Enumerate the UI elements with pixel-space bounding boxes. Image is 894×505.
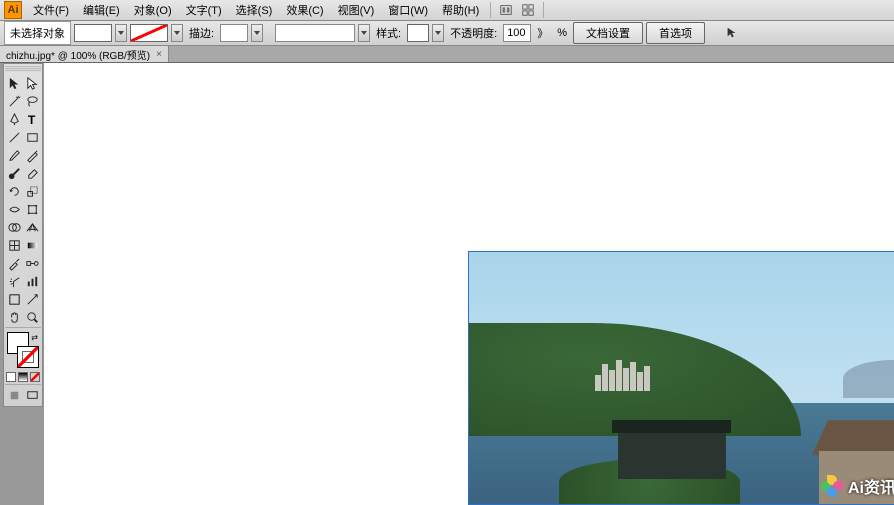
arrange-icon[interactable]: [519, 2, 537, 18]
tools-panel: T: [3, 63, 43, 407]
perspective-grid-tool[interactable]: [23, 218, 41, 236]
pen-tool[interactable]: [5, 110, 23, 128]
fill-swatch[interactable]: [74, 24, 112, 42]
brush-dropdown[interactable]: [358, 24, 370, 42]
menu-effect[interactable]: 效果(C): [279, 0, 330, 20]
separator: [543, 2, 544, 18]
watermark-text: Ai资讯网: [848, 474, 894, 498]
opacity-field[interactable]: [503, 24, 531, 42]
selection-tool[interactable]: [5, 74, 23, 92]
opacity-arrow[interactable]: 》: [534, 25, 551, 41]
opacity-label: 不透明度:: [447, 25, 500, 41]
symbol-sprayer-tool[interactable]: [5, 272, 23, 290]
magic-wand-tool[interactable]: [5, 92, 23, 110]
document-tab-label: chizhu.jpg* @ 100% (RGB/预览): [6, 47, 150, 62]
pencil-tool[interactable]: [23, 146, 41, 164]
document-tab[interactable]: chizhu.jpg* @ 100% (RGB/预览) ×: [0, 46, 169, 62]
flower-icon: [820, 474, 844, 498]
selection-status: 未选择对象: [4, 21, 71, 45]
type-tool[interactable]: T: [23, 110, 41, 128]
cursor-indicator-icon: [723, 25, 741, 41]
eyedropper-tool[interactable]: [5, 254, 23, 272]
screen-mode[interactable]: [23, 386, 41, 404]
line-tool[interactable]: [5, 128, 23, 146]
shape-builder-tool[interactable]: [5, 218, 23, 236]
stroke-weight-dropdown[interactable]: [251, 24, 263, 42]
document-setup-button[interactable]: 文档设置: [573, 22, 643, 44]
stroke-weight-field[interactable]: [220, 24, 248, 42]
menu-object[interactable]: 对象(O): [127, 0, 179, 20]
stroke-label: 描边:: [186, 25, 217, 41]
image-buildings: [595, 353, 753, 391]
panel-grip[interactable]: [5, 66, 41, 72]
gradient-tool[interactable]: [23, 236, 41, 254]
menu-view[interactable]: 视图(V): [331, 0, 382, 20]
color-mode-row: [5, 372, 41, 382]
draw-mode-normal[interactable]: [5, 386, 23, 404]
percent-label: %: [554, 27, 570, 39]
stroke-swatch[interactable]: [130, 24, 168, 42]
eraser-tool[interactable]: [23, 164, 41, 182]
none-mode[interactable]: [30, 372, 40, 382]
rotate-tool[interactable]: [5, 182, 23, 200]
svg-text:T: T: [27, 113, 35, 127]
menu-window[interactable]: 窗口(W): [381, 0, 435, 20]
menu-select[interactable]: 选择(S): [229, 0, 280, 20]
solid-color-mode[interactable]: [6, 372, 16, 382]
gradient-mode[interactable]: [18, 372, 28, 382]
placed-image[interactable]: Ai资讯网: [468, 251, 894, 505]
slice-tool[interactable]: [23, 290, 41, 308]
zoom-tool[interactable]: [23, 308, 41, 326]
style-dropdown[interactable]: [432, 24, 444, 42]
swap-colors-icon[interactable]: ⇄: [31, 333, 38, 342]
column-graph-tool[interactable]: [23, 272, 41, 290]
artboard-tool[interactable]: [5, 290, 23, 308]
stroke-dropdown[interactable]: [171, 24, 183, 42]
options-bar: 未选择对象 描边: 样式: 不透明度: 》 % 文档设置 首选项: [0, 21, 894, 46]
lasso-tool[interactable]: [23, 92, 41, 110]
free-transform-tool[interactable]: [23, 200, 41, 218]
fill-dropdown[interactable]: [115, 24, 127, 42]
document-tab-bar: chizhu.jpg* @ 100% (RGB/预览) ×: [0, 46, 894, 63]
paintbrush-tool[interactable]: [5, 146, 23, 164]
menu-type[interactable]: 文字(T): [179, 0, 229, 20]
color-swatches[interactable]: ⇄: [7, 332, 39, 368]
width-tool[interactable]: [5, 200, 23, 218]
scale-tool[interactable]: [23, 182, 41, 200]
style-label: 样式:: [373, 25, 404, 41]
rectangle-tool[interactable]: [23, 128, 41, 146]
preferences-button[interactable]: 首选项: [646, 22, 705, 44]
direct-selection-tool[interactable]: [23, 74, 41, 92]
blob-brush-tool[interactable]: [5, 164, 23, 182]
brush-field[interactable]: [275, 24, 355, 42]
menu-edit[interactable]: 编辑(E): [76, 0, 127, 20]
app-icon: Ai: [4, 1, 22, 19]
style-swatch[interactable]: [407, 24, 429, 42]
close-tab-icon[interactable]: ×: [156, 49, 162, 60]
hand-tool[interactable]: [5, 308, 23, 326]
blend-tool[interactable]: [23, 254, 41, 272]
watermark: Ai资讯网: [820, 474, 894, 498]
menu-help[interactable]: 帮助(H): [435, 0, 486, 20]
stroke-color-swatch[interactable]: [17, 346, 39, 368]
mesh-tool[interactable]: [5, 236, 23, 254]
bridge-icon[interactable]: [497, 2, 515, 18]
canvas-area[interactable]: Ai资讯网: [44, 63, 894, 505]
image-pavilion: [618, 433, 726, 478]
menu-bar: Ai 文件(F) 编辑(E) 对象(O) 文字(T) 选择(S) 效果(C) 视…: [0, 0, 894, 21]
separator: [490, 2, 491, 18]
menu-file[interactable]: 文件(F): [26, 0, 76, 20]
